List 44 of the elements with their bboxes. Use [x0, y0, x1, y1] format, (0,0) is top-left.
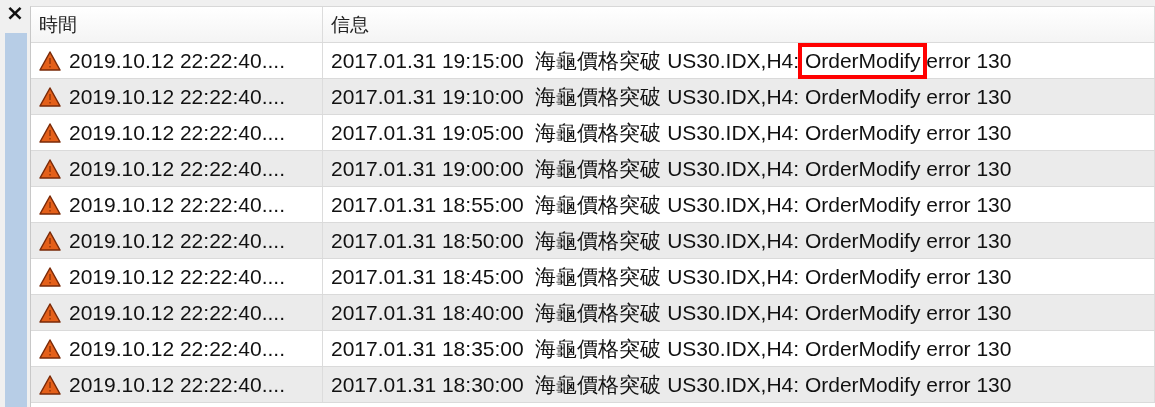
warning-icon — [39, 302, 61, 323]
warning-icon — [39, 122, 61, 143]
time-text: 2019.10.12 22:22:40.... — [69, 192, 286, 217]
time-text: 2019.10.12 22:22:40.... — [69, 156, 286, 181]
column-header[interactable]: 信息 — [323, 7, 1155, 42]
warning-icon — [39, 230, 61, 251]
close-button[interactable]: × — [4, 2, 26, 24]
message-text: 2017.01.31 18:40:00 海龜價格突破 US30.IDX,H4: OrderModify error 130 — [331, 300, 1012, 324]
time-text: 2019.10.12 22:22:40.... — [69, 372, 286, 397]
time-text: 2019.10.12 22:22:40.... — [69, 300, 286, 325]
log-row[interactable]: 2019.10.12 22:22:40.... 2017.01.31 19:05:00 海龜價格突破 US30.IDX,H4: OrderModify error 130 — [31, 115, 1155, 151]
warning-icon — [39, 374, 61, 395]
message-text: 2017.01.31 18:30:00 海龜價格突破 US30.IDX,H4: OrderModify error 130 — [331, 372, 1012, 396]
message-text: 2017.01.31 19:10:00 海龜價格突破 US30.IDX,H4: OrderModify error 130 — [331, 84, 1012, 108]
log-row[interactable]: 2019.10.12 22:22:40.... 2017.01.31 19:00:00 海龜價格突破 US30.IDX,H4: OrderModify error 130 — [31, 151, 1155, 187]
message-text: 2017.01.31 18:35:00 海龜價格突破 US30.IDX,H4: OrderModify error 130 — [331, 336, 1012, 360]
log-row[interactable]: 2019.10.12 22:22:40.... 2017.01.31 18:45:00 海龜價格突破 US30.IDX,H4: OrderModify error 130 — [31, 259, 1155, 295]
warning-icon — [39, 266, 61, 287]
message-text: 2017.01.31 18:50:00 海龜價格突破 US30.IDX,H4: OrderModify error 130 — [331, 228, 1012, 252]
message-text: 2017.01.31 19:00:00 海龜價格突破 US30.IDX,H4: OrderModify error 130 — [331, 156, 1012, 180]
log-row[interactable]: 2019.10.12 22:22:40.... 2017.01.31 18:40:00 海龜價格突破 US30.IDX,H4: OrderModify error 130 — [31, 295, 1155, 331]
log-row[interactable]: 2019.10.12 22:22:40.... 2017.01.31 19:15:00 海龜價格突破 US30.IDX,H4: OrderModify error 130 — [31, 43, 1155, 79]
time-text: 2019.10.12 22:22:40.... — [69, 228, 286, 253]
message-text: 2017.01.31 18:55:00 海龜價格突破 US30.IDX,H4: OrderModify error 130 — [331, 192, 1012, 216]
time-text: 2019.10.12 22:22:40.... — [69, 120, 286, 145]
highlight-box: OrderModify — [797, 42, 928, 79]
warning-icon — [39, 338, 61, 359]
log-row[interactable]: 2019.10.12 22:22:40.... 2017.01.31 18:55:00 海龜價格突破 US30.IDX,H4: OrderModify error 130 — [31, 187, 1155, 223]
message-text: error 130 — [925, 48, 1012, 72]
log-row[interactable]: 2019.10.12 22:22:40.... 2017.01.31 18:30:00 海龜價格突破 US30.IDX,H4: OrderModify error 130 — [31, 367, 1155, 403]
log-row[interactable]: 2019.10.12 22:22:40.... 2017.01.31 18:50:00 海龜價格突破 US30.IDX,H4: OrderModify error 130 — [31, 223, 1155, 259]
log-row[interactable]: 2019.10.12 22:22:40.... 2017.01.31 18:35:00 海龜價格突破 US30.IDX,H4: OrderModify error 130 — [31, 331, 1155, 367]
warning-icon — [39, 194, 61, 215]
time-text: 2019.10.12 22:22:40.... — [69, 264, 286, 289]
warning-icon — [39, 50, 61, 71]
time-text: 2019.10.12 22:22:40.... — [69, 84, 286, 109]
log-row[interactable]: 2019.10.12 22:22:40.... 2017.01.31 19:10:00 海龜價格突破 US30.IDX,H4: OrderModify error 130 — [31, 79, 1155, 115]
warning-icon — [39, 86, 61, 107]
time-text: 2019.10.12 22:22:40.... — [69, 48, 286, 73]
time-text: 2019.10.12 22:22:40.... — [69, 336, 286, 361]
message-text: 2017.01.31 19:05:00 海龜價格突破 US30.IDX,H4: OrderModify error 130 — [331, 120, 1012, 144]
column-header[interactable]: 時間 — [31, 7, 323, 42]
warning-icon — [39, 158, 61, 179]
message-text: 2017.01.31 18:45:00 海龜價格突破 US30.IDX,H4: OrderModify error 130 — [331, 264, 1012, 288]
